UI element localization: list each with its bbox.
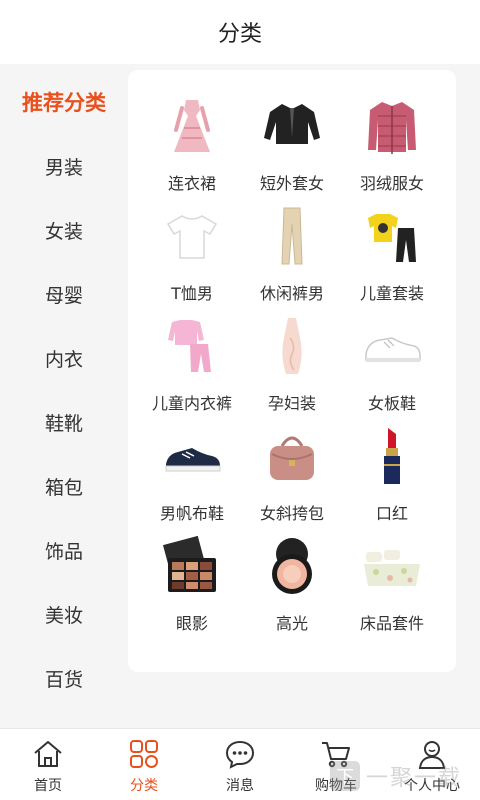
message-icon bbox=[225, 740, 255, 769]
tab-home[interactable]: 首页 bbox=[0, 729, 96, 800]
subcategory-label: 女板鞋 bbox=[367, 394, 416, 413]
subcategory-label: 男帆布鞋 bbox=[159, 504, 224, 523]
subcategory-label: 儿童套装 bbox=[359, 284, 424, 303]
subcategory-panel: 连衣裙 短外套女 羽绒服女 T恤男 休闲裤男 儿童套装 儿童内衣裤 孕妇装 女板… bbox=[128, 70, 456, 672]
subcategory-label: 床品套件 bbox=[359, 614, 424, 633]
subcategory-label: 女斜挎包 bbox=[259, 504, 324, 523]
category-sidebar: 推荐分类 男装 女装 母婴 内衣 鞋靴 箱包 饰品 美妆 百货 bbox=[0, 70, 128, 728]
tab-label: 分类 bbox=[130, 778, 158, 794]
kids-underwear-icon bbox=[160, 314, 224, 378]
subcategory-womens-skate-shoes[interactable]: 女板鞋 bbox=[342, 314, 442, 424]
sidebar-item-baby[interactable]: 母婴 bbox=[0, 262, 128, 326]
subcategory-label: 连衣裙 bbox=[167, 174, 216, 193]
bedding-icon bbox=[360, 534, 424, 598]
subcategory-down-jacket[interactable]: 羽绒服女 bbox=[342, 94, 442, 204]
tshirt-icon bbox=[160, 204, 224, 268]
subcategory-label: 孕妇装 bbox=[267, 394, 316, 413]
subcategory-kids-underwear[interactable]: 儿童内衣裤 bbox=[142, 314, 242, 424]
sidebar-item-womenswear[interactable]: 女装 bbox=[0, 198, 128, 262]
subcategory-womens-crossbody-bag[interactable]: 女斜挎包 bbox=[242, 424, 342, 534]
eyeshadow-icon bbox=[160, 534, 224, 598]
subcategory-short-jacket[interactable]: 短外套女 bbox=[242, 94, 342, 204]
subcategory-label: 口红 bbox=[375, 504, 408, 523]
sidebar-item-underwear[interactable]: 内衣 bbox=[0, 326, 128, 390]
page-title: 分类 bbox=[217, 22, 262, 47]
subcategory-label: 羽绒服女 bbox=[359, 174, 424, 193]
sidebar-item-shoes[interactable]: 鞋靴 bbox=[0, 390, 128, 454]
down-jacket-icon bbox=[360, 94, 424, 158]
subcategory-grid: 连衣裙 短外套女 羽绒服女 T恤男 休闲裤男 儿童套装 儿童内衣裤 孕妇装 女板… bbox=[142, 94, 442, 644]
subcategory-label: 儿童内衣裤 bbox=[151, 394, 232, 413]
subcategory-label: 高光 bbox=[275, 614, 308, 633]
trousers-icon bbox=[260, 204, 324, 268]
crossbody-bag-icon bbox=[260, 424, 324, 488]
subcategory-label: 短外套女 bbox=[259, 174, 324, 193]
subcategory-maternity-wear[interactable]: 孕妇装 bbox=[242, 314, 342, 424]
dress-icon bbox=[160, 94, 224, 158]
category-icon bbox=[130, 740, 158, 768]
cardigan-icon bbox=[260, 94, 324, 158]
sidebar-item-menswear[interactable]: 男装 bbox=[0, 134, 128, 198]
kids-set-icon bbox=[360, 204, 424, 268]
tab-category[interactable]: 分类 bbox=[96, 729, 192, 800]
tab-label: 消息 bbox=[226, 778, 254, 794]
tab-label: 首页 bbox=[34, 778, 62, 794]
tab-messages[interactable]: 消息 bbox=[192, 729, 288, 800]
canvas-shoe-icon bbox=[160, 424, 224, 488]
subcategory-lipstick[interactable]: 口红 bbox=[342, 424, 442, 534]
lipstick-icon bbox=[360, 424, 424, 488]
maternity-dress-icon bbox=[260, 314, 324, 378]
watermark-text: 一聚一载 bbox=[366, 766, 463, 791]
subcategory-label: T恤男 bbox=[171, 284, 213, 303]
highlighter-icon bbox=[260, 534, 324, 598]
home-icon bbox=[34, 741, 62, 767]
subcategory-mens-tshirt[interactable]: T恤男 bbox=[142, 204, 242, 314]
subcategory-label: 眼影 bbox=[175, 614, 208, 633]
subcategory-bedding-set[interactable]: 床品套件 bbox=[342, 534, 442, 644]
subcategory-mens-casual-pants[interactable]: 休闲裤男 bbox=[242, 204, 342, 314]
sidebar-item-accessories[interactable]: 饰品 bbox=[0, 518, 128, 582]
subcategory-mens-canvas-shoes[interactable]: 男帆布鞋 bbox=[142, 424, 242, 534]
subcategory-label: 休闲裤男 bbox=[259, 284, 324, 303]
subcategory-eyeshadow[interactable]: 眼影 bbox=[142, 534, 242, 644]
top-bar: 分类 bbox=[0, 0, 480, 64]
sidebar-item-household[interactable]: 百货 bbox=[0, 646, 128, 710]
sidebar-item-bags[interactable]: 箱包 bbox=[0, 454, 128, 518]
sneaker-icon bbox=[360, 314, 424, 378]
subcategory-highlighter[interactable]: 高光 bbox=[242, 534, 342, 644]
sidebar-item-recommended[interactable]: 推荐分类 bbox=[0, 70, 128, 134]
watermark: 下 一聚一载 bbox=[330, 754, 480, 798]
subcategory-kids-set[interactable]: 儿童套装 bbox=[342, 204, 442, 314]
sidebar-item-makeup[interactable]: 美妆 bbox=[0, 582, 128, 646]
watermark-logo: 下 bbox=[330, 761, 360, 791]
subcategory-dress[interactable]: 连衣裙 bbox=[142, 94, 242, 204]
